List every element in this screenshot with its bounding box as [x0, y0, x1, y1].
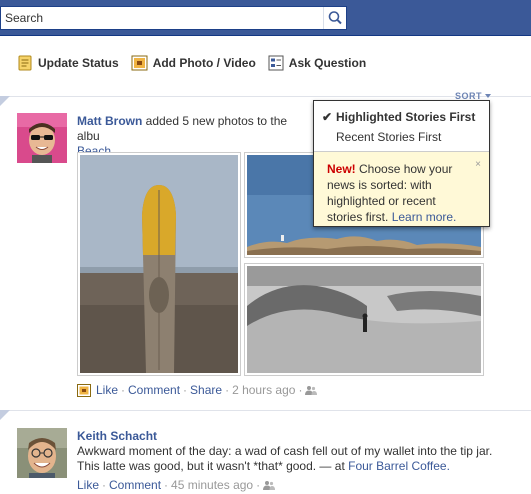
- separator: ·: [256, 478, 261, 492]
- search-button[interactable]: [323, 7, 346, 29]
- story-actions: Like · Comment · Share · 2 hours ago ·: [77, 383, 318, 397]
- separator: ·: [102, 478, 107, 492]
- close-icon[interactable]: ×: [475, 159, 481, 170]
- share-link[interactable]: Share: [190, 383, 222, 397]
- author-link[interactable]: Matt Brown: [77, 114, 142, 128]
- chevron-down-icon: [485, 94, 492, 98]
- comment-link[interactable]: Comment: [128, 383, 180, 397]
- add-photo-label: Add Photo / Video: [152, 56, 256, 70]
- sort-option-highlighted[interactable]: ✔ Highlighted Stories First: [314, 107, 489, 127]
- sort-option-recent[interactable]: Recent Stories First: [314, 127, 489, 147]
- update-status-button[interactable]: Update Status: [17, 55, 119, 71]
- ask-question-label: Ask Question: [288, 56, 367, 70]
- search-box: [0, 6, 347, 30]
- sort-tip: New! Choose how your news is sorted: wit…: [314, 152, 489, 226]
- avatar[interactable]: [17, 428, 67, 478]
- story-marker: [0, 410, 10, 420]
- sort-option-label: Recent Stories First: [336, 130, 442, 144]
- story-actions: Like · Comment · 45 minutes ago ·: [77, 478, 276, 492]
- ask-question-button[interactable]: Ask Question: [268, 55, 366, 71]
- like-link[interactable]: Like: [96, 383, 118, 397]
- comment-link[interactable]: Comment: [109, 478, 161, 492]
- story-marker: [0, 96, 10, 106]
- search-input[interactable]: [1, 7, 323, 29]
- timestamp[interactable]: 2 hours ago: [232, 383, 295, 397]
- status-icon: [18, 55, 32, 71]
- photo-surfboard[interactable]: [77, 152, 241, 376]
- friends-icon: [263, 481, 276, 490]
- separator: ·: [225, 383, 230, 397]
- sort-option-label: Highlighted Stories First: [336, 110, 476, 124]
- add-photo-button[interactable]: Add Photo / Video: [131, 55, 256, 71]
- update-status-label: Update Status: [38, 56, 119, 70]
- tip-text: New! Choose how your news is sorted: wit…: [327, 161, 472, 225]
- learn-more-link[interactable]: Learn more.: [392, 210, 457, 224]
- separator: ·: [164, 478, 169, 492]
- friends-icon: [305, 386, 318, 395]
- composer-bar: Update Status Add Photo / Video Ask Ques…: [17, 55, 378, 71]
- sort-dropdown: ✔ Highlighted Stories First Recent Stori…: [313, 100, 490, 227]
- separator: ·: [121, 383, 126, 397]
- search-icon: [328, 11, 342, 25]
- checkmark-icon: ✔: [322, 110, 333, 124]
- story-divider: [0, 410, 531, 411]
- photo-dunes[interactable]: [244, 263, 484, 376]
- story-text: Keith Schacht Awkward moment of the day:…: [77, 429, 497, 474]
- photo-icon: [77, 383, 91, 397]
- new-badge: New!: [327, 162, 356, 176]
- question-icon: [268, 55, 284, 71]
- separator: ·: [298, 383, 303, 397]
- place-link[interactable]: Four Barrel Coffee.: [348, 459, 450, 473]
- like-link[interactable]: Like: [77, 478, 99, 492]
- separator: ·: [183, 383, 188, 397]
- photo-icon: [131, 55, 148, 71]
- sort-divider: [0, 96, 531, 97]
- author-link[interactable]: Keith Schacht: [77, 429, 497, 444]
- top-bar: [0, 0, 531, 36]
- avatar[interactable]: [17, 113, 67, 163]
- timestamp[interactable]: 45 minutes ago: [171, 478, 253, 492]
